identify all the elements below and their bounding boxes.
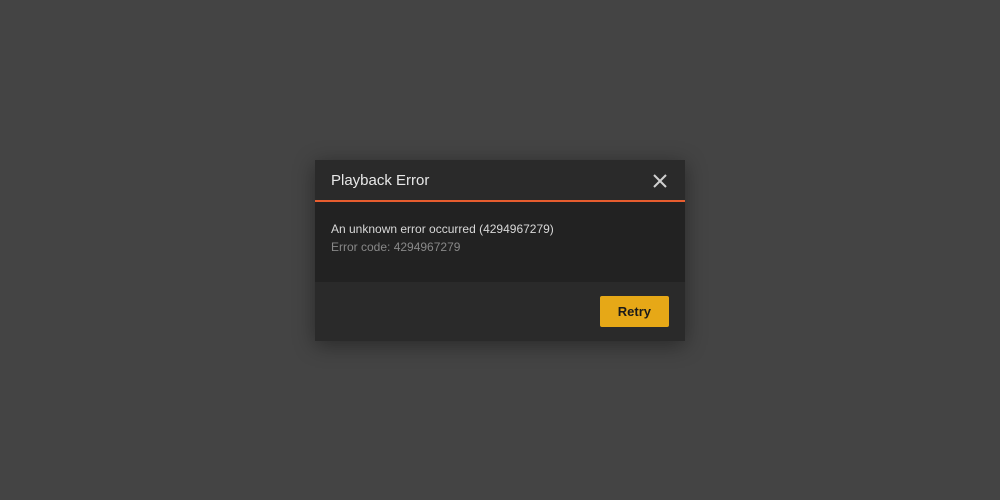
- close-button[interactable]: [651, 172, 669, 190]
- dialog-body: An unknown error occurred (4294967279) E…: [315, 202, 685, 282]
- error-code: Error code: 4294967279: [331, 240, 669, 254]
- error-dialog: Playback Error An unknown error occurred…: [315, 160, 685, 341]
- error-message: An unknown error occurred (4294967279): [331, 222, 669, 236]
- retry-button[interactable]: Retry: [600, 296, 669, 327]
- dialog-title: Playback Error: [331, 172, 429, 189]
- close-icon: [653, 174, 667, 188]
- dialog-header: Playback Error: [315, 160, 685, 202]
- dialog-footer: Retry: [315, 282, 685, 341]
